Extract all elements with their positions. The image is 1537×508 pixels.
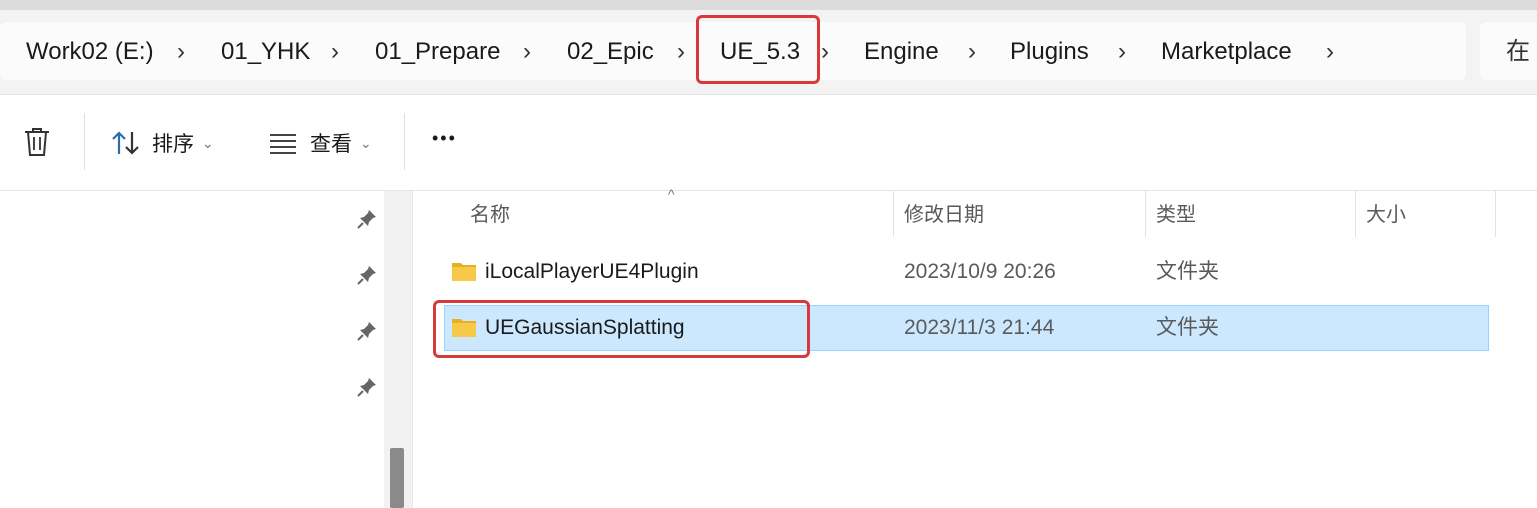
breadcrumb-item-work02[interactable]: Work02 (E:) [26, 32, 154, 72]
file-row[interactable]: iLocalPlayerUE4Plugin 2023/10/9 20:26 文件… [444, 249, 1489, 295]
title-strip [0, 0, 1537, 10]
trash-icon [25, 128, 49, 156]
sort-icon [112, 131, 139, 155]
more-icon: ••• [432, 128, 457, 148]
pin-icon[interactable] [356, 264, 378, 286]
chevron-down-icon: ⌄ [202, 134, 214, 151]
column-header-type[interactable]: 类型 [1156, 200, 1196, 230]
chevron-right-icon[interactable]: › [968, 32, 976, 72]
file-type: 文件夹 [1156, 260, 1219, 283]
folder-icon [452, 263, 476, 281]
chevron-right-icon[interactable]: › [677, 32, 685, 72]
pin-icon[interactable] [356, 208, 378, 230]
scrollbar-thumb[interactable] [390, 448, 404, 508]
search-placeholder: 在 [1506, 38, 1530, 65]
chevron-right-icon[interactable]: › [1326, 32, 1334, 72]
chevron-right-icon[interactable]: › [1118, 32, 1126, 72]
file-date: 2023/11/3 21:44 [904, 316, 1055, 339]
breadcrumb-item-01-prepare[interactable]: 01_Prepare [375, 32, 500, 72]
breadcrumb-item-plugins[interactable]: Plugins [1010, 32, 1089, 72]
more-options-button[interactable]: ••• [432, 128, 457, 149]
column-divider[interactable] [1145, 191, 1146, 237]
column-divider[interactable] [1355, 191, 1356, 237]
sort-indicator-icon: ^ [668, 186, 675, 202]
chevron-right-icon[interactable]: › [177, 32, 185, 72]
navigation-pane [0, 191, 384, 508]
toolbar-divider [84, 113, 85, 170]
chevron-right-icon[interactable]: › [821, 32, 829, 72]
view-list-icon [270, 134, 296, 154]
view-label: 查看 [310, 133, 352, 156]
highlight-box [696, 15, 820, 84]
delete-button[interactable] [22, 126, 52, 158]
chevron-right-icon[interactable]: › [331, 32, 339, 72]
column-divider[interactable] [1495, 191, 1496, 237]
breadcrumb-item-marketplace[interactable]: Marketplace [1161, 32, 1292, 72]
breadcrumb-item-02-epic[interactable]: 02_Epic [567, 32, 654, 72]
column-header-name[interactable]: 名称 [470, 200, 510, 230]
file-name: iLocalPlayerUE4Plugin [485, 260, 699, 283]
sort-label: 排序 [152, 133, 194, 156]
pin-icon[interactable] [356, 320, 378, 342]
chevron-right-icon[interactable]: › [523, 32, 531, 72]
breadcrumb-item-engine[interactable]: Engine [864, 32, 939, 72]
file-type: 文件夹 [1156, 316, 1219, 339]
toolbar-divider [404, 113, 405, 170]
chevron-down-icon: ⌄ [360, 134, 372, 151]
view-button[interactable]: 查看 ⌄ [268, 128, 372, 158]
highlight-box [433, 300, 810, 358]
pin-icon[interactable] [356, 376, 378, 398]
column-header-size[interactable]: 大小 [1366, 200, 1406, 230]
sort-button[interactable]: 排序 ⌄ [110, 128, 214, 158]
breadcrumb-item-01-yhk[interactable]: 01_YHK [221, 32, 310, 72]
command-bar [0, 95, 1537, 191]
column-divider[interactable] [893, 191, 894, 237]
file-date: 2023/10/9 20:26 [904, 260, 1056, 283]
column-header-date[interactable]: 修改日期 [904, 200, 984, 230]
